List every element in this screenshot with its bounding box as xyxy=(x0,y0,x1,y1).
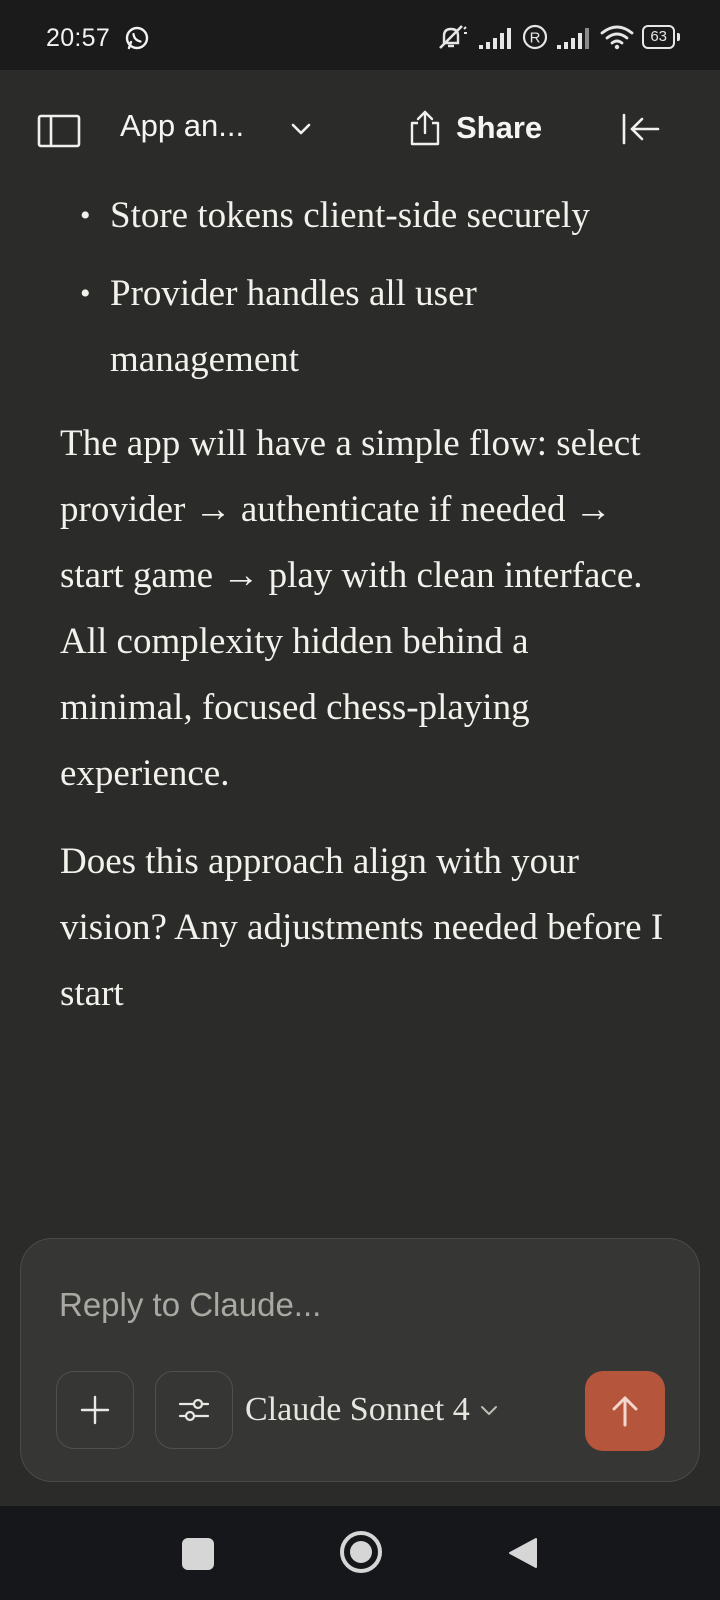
chat-title[interactable]: App an... xyxy=(120,108,244,144)
chevron-down-icon[interactable] xyxy=(288,116,314,142)
status-time: 20:57 xyxy=(46,24,111,52)
back-triangle-icon[interactable] xyxy=(506,1536,540,1570)
list-item: • Store tokens client-side securely xyxy=(0,190,720,249)
share-button[interactable]: Share xyxy=(408,100,542,156)
bullet-dot: • xyxy=(80,277,91,310)
message-content: • Store tokens client-side securely • Pr… xyxy=(0,190,720,1240)
battery-level: 63 xyxy=(642,25,675,49)
list-item-text: Provider handles all user management xyxy=(110,273,477,380)
sidebar-toggle-button[interactable] xyxy=(34,106,84,156)
recents-square-icon[interactable] xyxy=(182,1538,214,1570)
bottom-spacer xyxy=(0,1482,720,1506)
share-icon xyxy=(410,110,440,146)
battery-icon: 63 xyxy=(642,25,680,49)
roaming-icon: R xyxy=(523,24,548,50)
share-label: Share xyxy=(456,110,543,145)
status-bar: 20:57 R 63 xyxy=(0,0,720,70)
wifi-icon xyxy=(600,25,634,50)
message-paragraph: Does this approach align with your visio… xyxy=(60,841,664,1014)
reply-composer: Claude Sonnet 4 xyxy=(20,1238,700,1482)
list-item-text: Store tokens client-side securely xyxy=(110,195,590,236)
chevron-down-icon xyxy=(480,1406,497,1415)
app-header: App an... Share xyxy=(0,70,720,190)
bullet-dot: • xyxy=(80,199,91,232)
model-label: Claude Sonnet 4 xyxy=(245,1391,470,1428)
system-nav-bar xyxy=(0,1506,720,1600)
model-selector[interactable]: Claude Sonnet 4 xyxy=(245,1383,500,1437)
list-item: • Provider handles all user management xyxy=(0,261,720,393)
home-dot xyxy=(350,1541,372,1563)
message-paragraph: The app will have a simple flow: select … xyxy=(60,423,643,794)
status-icons: R 63 xyxy=(436,22,680,52)
reply-input[interactable] xyxy=(57,1279,661,1331)
signal-icon-2 xyxy=(557,28,590,49)
muted-icon xyxy=(439,25,468,49)
sliders-icon xyxy=(178,1398,210,1422)
svg-text:R: R xyxy=(530,30,541,47)
screen: 20:57 R 63 App an... Share • Store token… xyxy=(0,0,720,1600)
collapse-button[interactable] xyxy=(614,104,668,154)
plus-icon xyxy=(80,1395,110,1425)
sidebar-icon xyxy=(37,114,81,148)
bullet-list: • Store tokens client-side securely • Pr… xyxy=(0,190,720,393)
send-button[interactable] xyxy=(585,1371,665,1451)
battery-tip xyxy=(677,33,680,41)
collapse-icon xyxy=(622,113,660,145)
add-attachment-button[interactable] xyxy=(56,1371,134,1449)
whatsapp-icon xyxy=(125,26,149,50)
arrow-up-icon xyxy=(612,1396,638,1427)
tools-button[interactable] xyxy=(155,1371,233,1449)
home-circle-icon[interactable] xyxy=(340,1531,382,1573)
signal-icon xyxy=(479,28,512,49)
